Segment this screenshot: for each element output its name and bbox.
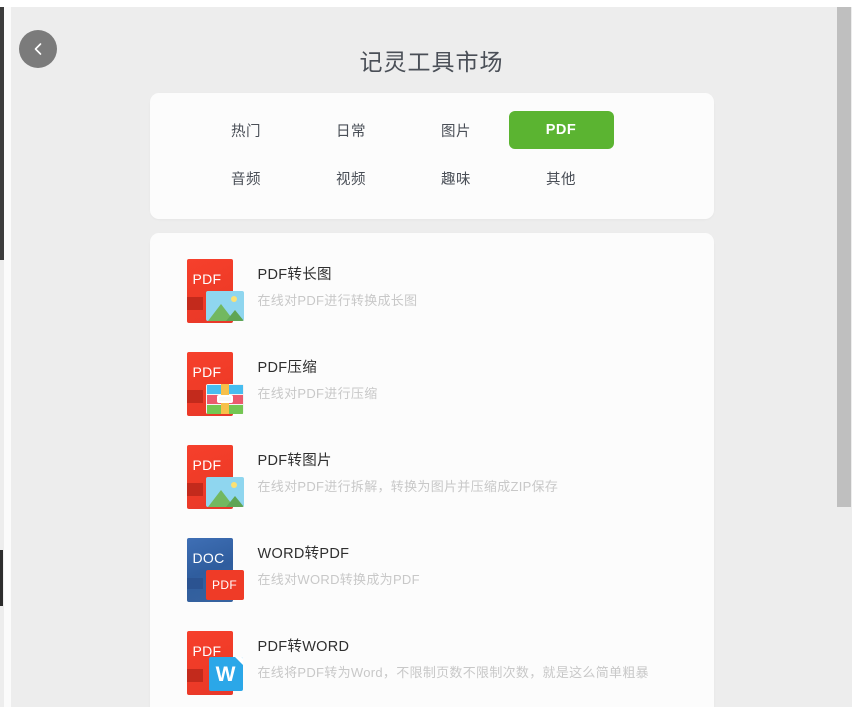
sun-shape bbox=[230, 296, 237, 302]
tab-label: PDF bbox=[545, 122, 577, 138]
tool-item-pdf-to-longimage[interactable]: PDF PDF转长图 在线对PDF进行转换成长图 bbox=[150, 243, 714, 336]
window-top-strip bbox=[0, 0, 852, 7]
hill-shape bbox=[225, 496, 244, 507]
tab-image[interactable]: 图片 bbox=[404, 111, 509, 149]
pdf-compress-icon: PDF bbox=[184, 350, 244, 418]
pdf-to-word-icon: PDF W bbox=[184, 629, 244, 697]
tool-title: PDF转图片 bbox=[257, 453, 332, 469]
archive-cell bbox=[206, 385, 221, 394]
tool-title: PDF转长图 bbox=[257, 267, 332, 283]
doc-type-label: DOC bbox=[192, 550, 225, 566]
tool-title: PDF压缩 bbox=[257, 360, 317, 376]
chevron-left-icon bbox=[29, 40, 47, 58]
word-badge-label: W bbox=[215, 662, 236, 686]
tab-label: 音频 bbox=[231, 171, 261, 188]
tool-text: PDF转长图 在线对PDF进行转换成长图 bbox=[258, 257, 418, 309]
tab-daily[interactable]: 日常 bbox=[299, 111, 404, 149]
tab-label: 日常 bbox=[336, 123, 366, 140]
scrollbar-thumb[interactable] bbox=[837, 7, 851, 507]
tool-item-pdf-compress[interactable]: PDF PDF压缩 在线对PDF进行压缩 bbox=[150, 336, 714, 429]
tab-label: 热门 bbox=[231, 123, 261, 140]
archive-badge-icon bbox=[205, 384, 244, 414]
tool-item-pdf-to-image[interactable]: PDF PDF转图片 在线对PDF进行拆解，转换为图片并压缩成ZIP保存 bbox=[150, 429, 714, 522]
tool-description: 在线对PDF进行压缩 bbox=[257, 386, 378, 401]
archive-cell bbox=[206, 405, 221, 414]
tool-title: PDF转WORD bbox=[257, 639, 350, 655]
picture-badge-icon bbox=[205, 291, 244, 321]
tab-video[interactable]: 视频 bbox=[299, 159, 404, 197]
tool-description: 在线对PDF进行转换成长图 bbox=[257, 293, 418, 308]
left-edge-chrome-upper bbox=[0, 7, 4, 260]
tools-list-card: PDF PDF转长图 在线对PDF进行转换成长图 PDF PDF压缩 在线对PD… bbox=[149, 233, 714, 707]
tab-hot[interactable]: 热门 bbox=[194, 111, 299, 149]
tab-fun[interactable]: 趣味 bbox=[404, 159, 509, 197]
page-header: 记灵工具市场 bbox=[11, 7, 852, 93]
category-tabs: 热门 日常 图片 PDF 音频 视频 趣味 其他 bbox=[150, 111, 714, 197]
word-badge-icon: W bbox=[208, 657, 243, 691]
archive-cell bbox=[228, 385, 243, 394]
doc-type-label: PDF bbox=[192, 364, 222, 380]
picture-badge-icon bbox=[205, 477, 244, 507]
tool-description: 在线将PDF转为Word，不限制页数不限制次数，就是这么简单粗暴 bbox=[257, 665, 649, 680]
archive-knob bbox=[216, 395, 233, 403]
tab-label: 视频 bbox=[336, 171, 366, 188]
tool-text: PDF压缩 在线对PDF进行压缩 bbox=[258, 350, 378, 402]
page-title: 记灵工具市场 bbox=[359, 49, 504, 75]
pdf-badge-icon: PDF bbox=[205, 570, 244, 600]
tool-text: PDF转图片 在线对PDF进行拆解，转换为图片并压缩成ZIP保存 bbox=[258, 443, 559, 495]
tab-pdf[interactable]: PDF bbox=[508, 111, 614, 149]
tool-item-word-to-pdf[interactable]: DOC PDF WORD转PDF 在线对WORD转换成为PDF bbox=[150, 522, 714, 615]
page-scroll-area[interactable]: 记灵工具市场 热门 日常 图片 PDF 音频 视频 趣味 其他 PDF PDF转… bbox=[11, 7, 852, 707]
tool-description: 在线对PDF进行拆解，转换为图片并压缩成ZIP保存 bbox=[257, 479, 559, 494]
tool-item-pdf-to-word[interactable]: PDF W PDF转WORD 在线将PDF转为Word，不限制页数不限制次数，就… bbox=[150, 615, 714, 707]
tool-text: PDF转WORD 在线将PDF转为Word，不限制页数不限制次数，就是这么简单粗… bbox=[258, 629, 649, 681]
hill-shape bbox=[225, 310, 244, 321]
tool-title: WORD转PDF bbox=[257, 546, 350, 562]
tab-other[interactable]: 其他 bbox=[509, 159, 614, 197]
tab-label: 趣味 bbox=[441, 171, 471, 188]
pdf-to-image-icon: PDF bbox=[184, 443, 244, 511]
tool-text: WORD转PDF 在线对WORD转换成为PDF bbox=[258, 536, 420, 588]
tool-description: 在线对WORD转换成为PDF bbox=[257, 572, 420, 587]
left-edge-chrome-lower bbox=[0, 550, 3, 606]
back-button[interactable] bbox=[19, 30, 57, 68]
sun-shape bbox=[230, 482, 237, 488]
tab-label: 其他 bbox=[546, 171, 576, 188]
vertical-scrollbar[interactable] bbox=[836, 7, 852, 707]
category-tabs-card: 热门 日常 图片 PDF 音频 视频 趣味 其他 bbox=[149, 93, 714, 219]
pdf-to-longimage-icon: PDF bbox=[184, 257, 244, 325]
left-edge-gutter bbox=[4, 7, 11, 707]
doc-type-label: PDF bbox=[192, 271, 222, 287]
word-to-pdf-icon: DOC PDF bbox=[184, 536, 244, 604]
doc-type-label: PDF bbox=[192, 457, 222, 473]
page-fold-shape bbox=[234, 657, 243, 665]
pdf-badge-label: PDF bbox=[212, 578, 237, 592]
tab-audio[interactable]: 音频 bbox=[194, 159, 299, 197]
tab-label: 图片 bbox=[441, 123, 471, 140]
archive-cell bbox=[228, 405, 243, 414]
